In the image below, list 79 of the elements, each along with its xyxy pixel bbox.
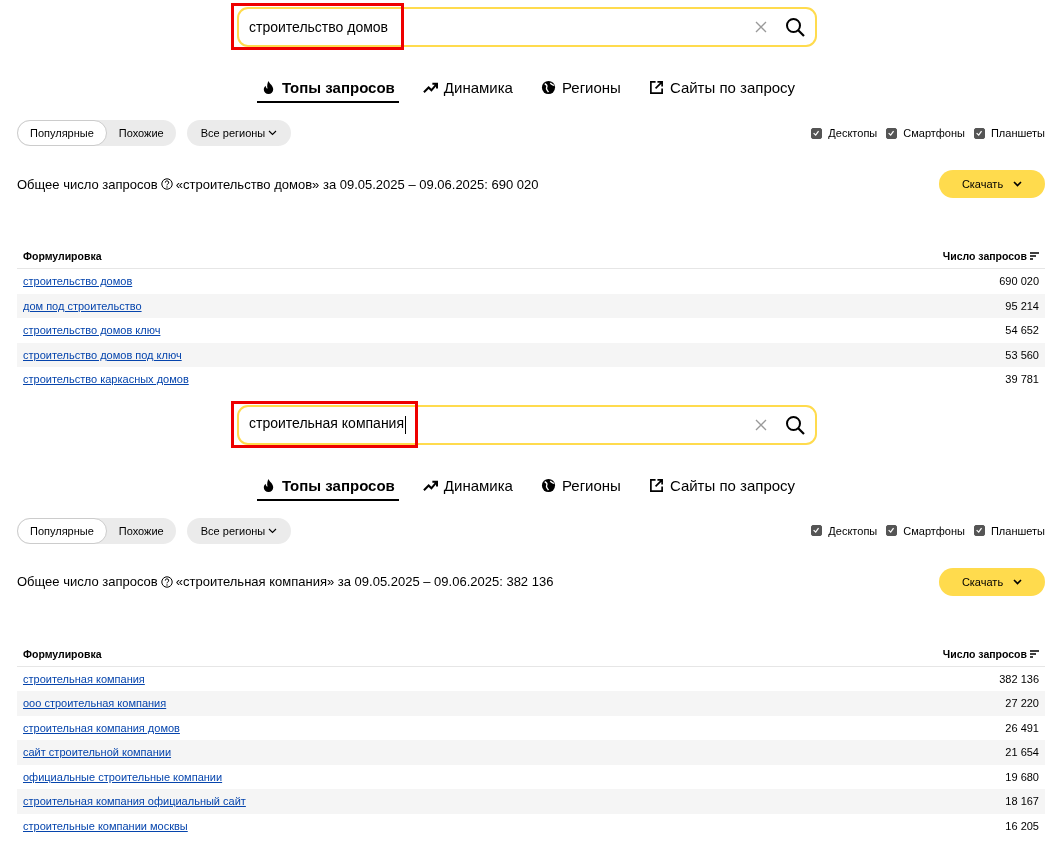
total-label: Общее число запросов <box>17 176 158 192</box>
download-button[interactable]: Скачать <box>939 170 1045 198</box>
checkbox[interactable] <box>886 127 898 139</box>
column-header[interactable]: Число запросов <box>942 647 1027 660</box>
count-cell: 39 781 <box>1005 373 1039 386</box>
checkbox[interactable] <box>886 525 898 536</box>
download-button[interactable]: Скачать <box>939 567 1045 596</box>
tab[interactable]: Регионы <box>536 77 625 103</box>
count-cell: 53 560 <box>1005 348 1039 361</box>
column-header[interactable]: Число запросов <box>942 250 1027 262</box>
checkbox[interactable] <box>973 525 985 536</box>
clear-icon[interactable] <box>755 21 767 33</box>
chevron-icon <box>268 130 278 136</box>
phrase-link[interactable]: дом под строительство <box>23 299 142 312</box>
chevron-icon <box>268 527 278 534</box>
search-icon[interactable] <box>785 17 805 37</box>
mode-option[interactable]: Популярные <box>17 120 107 146</box>
search-field[interactable]: строительство домов <box>237 7 817 47</box>
tab[interactable]: Топы запросов <box>256 474 399 501</box>
count-cell: 95 214 <box>1005 299 1039 312</box>
count-cell: 16 205 <box>1005 819 1039 832</box>
external-link-icon <box>648 80 664 95</box>
phrase-link[interactable]: строительная компания <box>23 672 145 685</box>
external-link-icon <box>648 477 664 493</box>
mode-option[interactable]: Похожие <box>106 517 176 544</box>
phrase-link[interactable]: ооо строительная компания <box>23 697 167 710</box>
region-dropdown[interactable]: Все регионы <box>186 517 292 544</box>
help-icon[interactable] <box>160 575 173 588</box>
phrase-link[interactable]: строительство домов <box>23 275 133 288</box>
help-icon[interactable] <box>160 178 173 190</box>
tab[interactable]: Динамика <box>418 77 517 103</box>
phrase-link[interactable]: строительные компании москвы <box>23 819 188 832</box>
count-cell: 18 167 <box>1005 795 1039 808</box>
checkbox-label: Смартфоны <box>903 524 965 537</box>
count-cell: 382 136 <box>999 672 1039 685</box>
count-cell: 690 020 <box>999 275 1039 288</box>
tab[interactable]: Регионы <box>536 474 625 501</box>
checkbox-label: Десктопы <box>828 524 878 537</box>
checkbox-label: Десктопы <box>828 127 878 139</box>
checkbox-label: Планшеты <box>990 127 1045 139</box>
checkbox-label: Смартфоны <box>903 127 965 139</box>
count-cell: 27 220 <box>1005 697 1039 710</box>
search-icon[interactable] <box>785 414 805 435</box>
phrase-link[interactable]: строительная компания домов <box>23 721 180 734</box>
region-dropdown[interactable]: Все регионы <box>186 120 292 146</box>
mode-option[interactable]: Похожие <box>106 120 176 146</box>
checkbox-label: Планшеты <box>990 524 1045 537</box>
clear-icon[interactable] <box>755 418 767 431</box>
phrase-link[interactable]: сайт строительной компании <box>23 746 172 759</box>
globe-icon <box>540 80 556 95</box>
total-text: «строительство домов» за 09.05.2025 – 09.06.2025: 690 020 <box>175 176 539 192</box>
chevron-icon <box>1013 181 1023 187</box>
checkbox[interactable] <box>973 127 985 139</box>
mode-option[interactable]: Популярные <box>17 517 107 544</box>
total-label: Общее число запросов <box>17 574 158 589</box>
column-header: Формулировка <box>17 244 656 269</box>
trend-arrow-icon <box>422 80 438 95</box>
phrase-link[interactable]: строительная компания официальный сайт <box>23 795 246 808</box>
globe-icon <box>540 477 556 493</box>
count-cell: 54 652 <box>1005 324 1039 337</box>
search-field[interactable]: строительная компания <box>237 404 817 445</box>
phrase-link[interactable]: строительство домов под ключ <box>23 348 182 361</box>
sort-icon[interactable] <box>1030 252 1039 260</box>
checkbox[interactable] <box>811 525 823 536</box>
tab[interactable]: Топы запросов <box>256 77 399 103</box>
checkbox[interactable] <box>811 127 823 139</box>
tab[interactable]: Динамика <box>418 474 517 501</box>
phrase-link[interactable]: строительство каркасных домов <box>23 373 189 386</box>
tab[interactable]: Сайты по запросу <box>644 474 800 501</box>
count-cell: 19 680 <box>1005 770 1039 783</box>
column-header: Формулировка <box>17 641 721 666</box>
phrase-link[interactable]: строительство домов ключ <box>23 324 161 337</box>
count-cell: 21 654 <box>1005 746 1039 759</box>
count-cell: 26 491 <box>1005 721 1039 734</box>
chevron-icon <box>1013 578 1023 585</box>
sort-icon[interactable] <box>1030 649 1039 658</box>
total-text: «строительная компания» за 09.05.2025 – 09.06.2025: 382 136 <box>175 574 554 589</box>
phrase-link[interactable]: официальные строительные компании <box>23 770 223 783</box>
tab[interactable]: Сайты по запросу <box>644 77 800 103</box>
